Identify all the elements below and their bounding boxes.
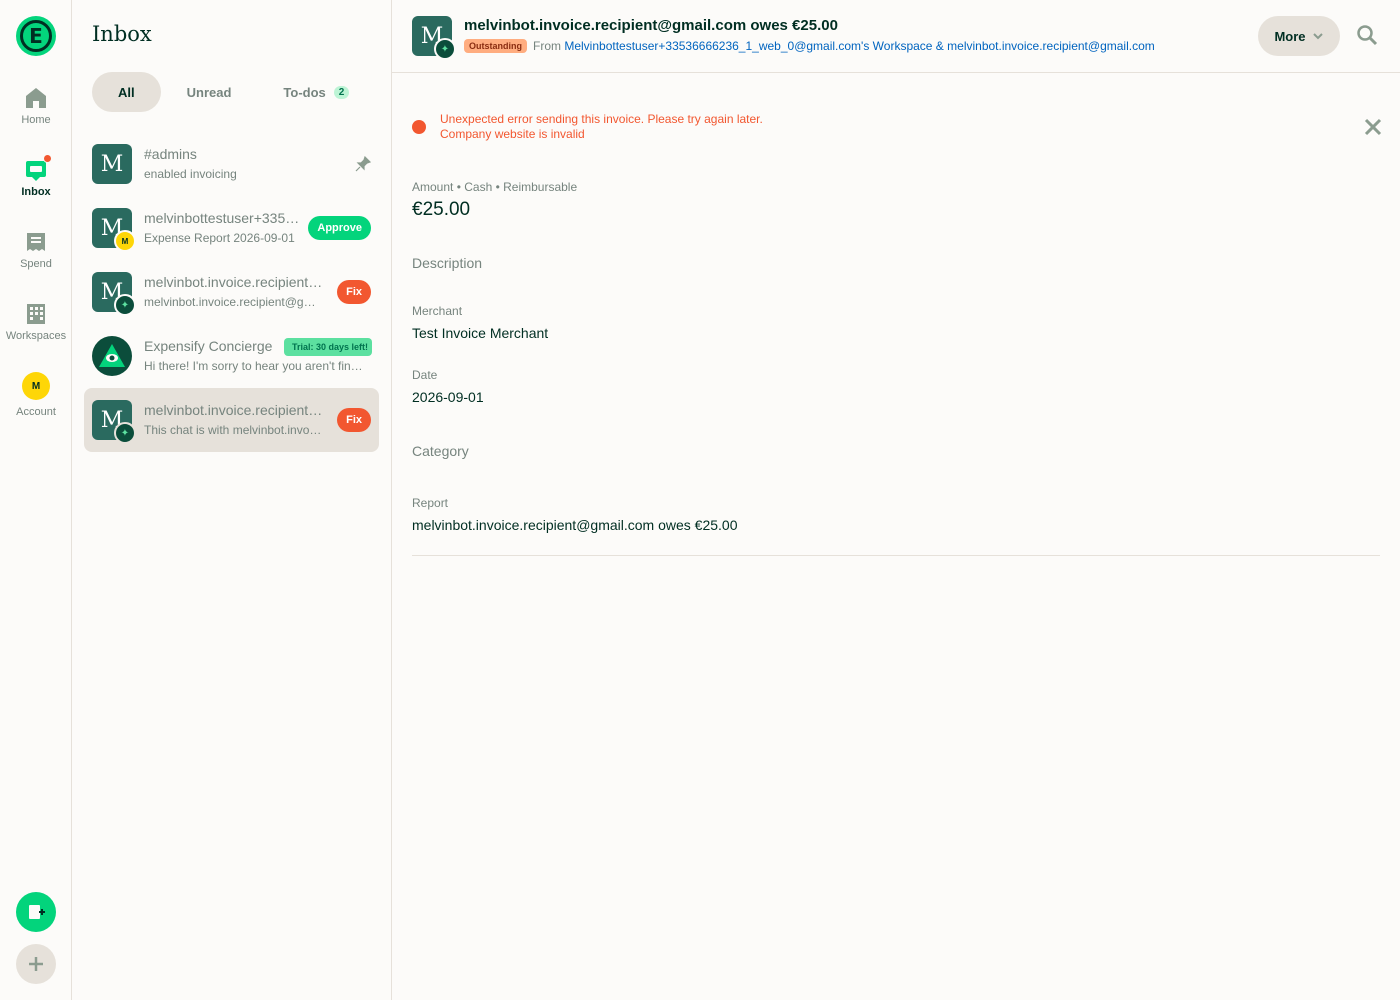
filter-all-label: All <box>118 84 135 100</box>
trial-badge: Trial: 30 days left! <box>284 338 372 356</box>
list-item-subtitle: Expense Report 2026-09-01 <box>144 231 295 245</box>
nav-spend-label: Spend <box>20 258 52 270</box>
nav-inbox-label: Inbox <box>21 186 51 198</box>
description-field[interactable]: Description <box>412 255 482 271</box>
workspace-badge-icon: ✦ <box>114 422 136 444</box>
search-button[interactable] <box>1356 24 1378 51</box>
date-label: Date <box>412 368 438 382</box>
fix-button[interactable]: Fix <box>337 280 371 304</box>
nav-workspaces[interactable]: Workspaces <box>0 302 72 342</box>
nav-account[interactable]: M Account <box>0 372 72 418</box>
merchant-label: Merchant <box>412 304 463 318</box>
error-text: Unexpected error sending this invoice. P… <box>440 112 763 142</box>
search-icon <box>1357 25 1378 46</box>
nav-rail: E Home Inbox Spend Workspaces M Account <box>0 0 72 1000</box>
nav-spend[interactable]: Spend <box>0 230 72 270</box>
create-button[interactable] <box>16 892 56 932</box>
category-field[interactable]: Category <box>412 443 469 459</box>
new-expense-icon <box>29 905 45 919</box>
list-item-title: melvinbottestuser+33536666236_1_web_0@gm… <box>144 210 304 226</box>
list-item[interactable]: M ✦ melvinbot.invoice.recipient@gmail.co… <box>84 260 379 324</box>
filter-todos-label: To-dos <box>283 84 326 100</box>
dismiss-error-button[interactable] <box>1364 118 1382 141</box>
amount-label: Amount • Cash • Reimbursable <box>412 180 578 194</box>
list-item-subtitle: This chat is with melvinbot.invoice.reci… <box>144 423 324 437</box>
report-value[interactable]: melvinbot.invoice.recipient@gmail.com ow… <box>412 517 737 533</box>
error-line-2: Company website is invalid <box>440 127 585 141</box>
list-item-title: melvinbot.invoice.recipient@gmail.com <box>144 274 328 290</box>
list-item-subtitle: enabled invoicing <box>144 167 237 181</box>
report-subline: Outstanding From Melvinbottestuser+33536… <box>464 39 1155 53</box>
receipt-icon <box>24 230 48 254</box>
plus-icon <box>29 957 43 971</box>
list-item[interactable]: Expensify Concierge Trial: 30 days left!… <box>84 324 379 388</box>
inbox-list-panel: Inbox All Unread To-dos 2 M #admins enab… <box>72 0 392 1000</box>
workspace-badge-icon: ✦ <box>114 294 136 316</box>
nav-home[interactable]: Home <box>0 86 72 126</box>
amount-value[interactable]: €25.00 <box>412 199 470 221</box>
avatar: M <box>92 144 132 184</box>
list-item[interactable]: M #admins enabled invoicing <box>84 132 379 196</box>
logo-letter: E <box>20 20 52 52</box>
more-button[interactable]: More <box>1258 16 1340 56</box>
list-item-subtitle: Hi there! I'm sorry to hear you aren't f… <box>144 359 366 373</box>
more-button-label: More <box>1274 28 1306 44</box>
concierge-avatar-icon <box>92 336 132 376</box>
merchant-value[interactable]: Test Invoice Merchant <box>412 325 548 341</box>
page-title: Inbox <box>92 22 152 46</box>
from-link[interactable]: Melvinbottestuser+33536666236_1_web_0@gm… <box>564 39 1154 53</box>
add-button[interactable] <box>16 944 56 984</box>
status-badge: Outstanding <box>464 39 527 53</box>
from-prefix: From <box>533 39 561 53</box>
report-header: M ✦ melvinbot.invoice.recipient@gmail.co… <box>392 0 1400 73</box>
pin-icon <box>355 155 372 177</box>
list-item-title: melvinbot.invoice.recipient@gmail.com <box>144 402 328 418</box>
report-title: melvinbot.invoice.recipient@gmail.com ow… <box>464 17 838 34</box>
inbox-icon <box>24 154 52 182</box>
list-item[interactable]: M ✦ melvinbot.invoice.recipient@gmail.co… <box>84 388 379 452</box>
report-label: Report <box>412 496 449 510</box>
home-icon <box>24 86 48 110</box>
report-panel: M ✦ melvinbot.invoice.recipient@gmail.co… <box>392 0 1400 1000</box>
error-dot-icon <box>412 120 426 134</box>
filter-unread[interactable]: Unread <box>161 72 258 112</box>
filter-all[interactable]: All <box>92 72 161 112</box>
workspace-badge-icon: ✦ <box>434 38 456 60</box>
nav-workspaces-label: Workspaces <box>5 330 67 342</box>
close-icon <box>1364 118 1382 136</box>
date-value[interactable]: 2026-09-01 <box>412 389 484 405</box>
filter-unread-label: Unread <box>186 84 232 100</box>
chevron-down-icon <box>1312 33 1323 40</box>
inbox-filters: All Unread To-dos 2 <box>92 72 375 112</box>
unread-dot <box>43 154 52 163</box>
error-line-1: Unexpected error sending this invoice. P… <box>440 112 763 126</box>
filter-todos[interactable]: To-dos 2 <box>257 72 375 112</box>
avatar: M <box>22 372 50 400</box>
fix-button[interactable]: Fix <box>337 408 371 432</box>
todo-count-badge: 2 <box>333 85 350 99</box>
expensify-logo[interactable]: E <box>16 16 56 56</box>
user-badge: M <box>114 230 136 252</box>
divider <box>412 555 1380 556</box>
list-item[interactable]: M M melvinbottestuser+33536666236_1_web_… <box>84 196 379 260</box>
list-item-title: Expensify Concierge <box>144 338 273 354</box>
building-icon <box>24 302 48 326</box>
approve-button[interactable]: Approve <box>308 216 371 240</box>
nav-home-label: Home <box>21 114 51 126</box>
nav-account-label: Account <box>16 406 56 418</box>
list-item-subtitle: melvinbot.invoice.recipient@gmail.com ow… <box>144 295 324 309</box>
list-item-title: #admins <box>144 146 197 162</box>
nav-inbox[interactable]: Inbox <box>0 154 72 198</box>
